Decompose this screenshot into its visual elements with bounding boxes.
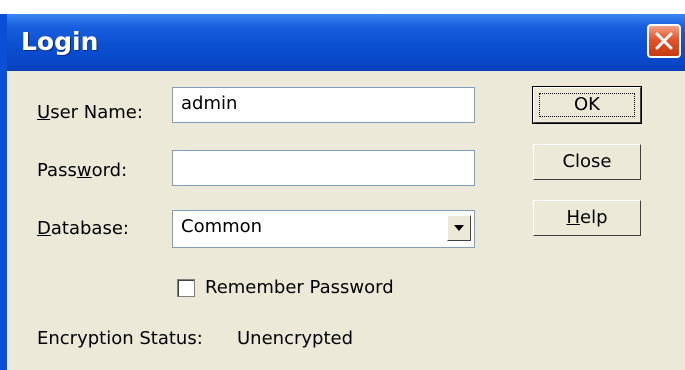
- login-dialog: Login User Name: admin Password: Databas…: [0, 14, 685, 370]
- remember-password-label[interactable]: Remember Password: [205, 277, 394, 298]
- ok-focus-rect: [539, 93, 635, 117]
- title-bar[interactable]: Login: [7, 14, 685, 71]
- help-button[interactable]: Help: [533, 200, 641, 236]
- database-dropdown-button[interactable]: [447, 215, 471, 241]
- password-label: Password:: [37, 160, 128, 181]
- username-label: User Name:: [37, 102, 143, 123]
- help-button-label: Help: [566, 207, 608, 228]
- username-input[interactable]: admin: [172, 87, 475, 123]
- database-selected-value: Common: [181, 216, 263, 237]
- database-label: Database:: [37, 218, 129, 239]
- close-icon: [655, 32, 673, 50]
- encryption-status-value: Unencrypted: [237, 328, 353, 349]
- remember-password-checkbox[interactable]: [177, 279, 195, 297]
- close-button-label: Close: [562, 151, 612, 172]
- close-window-button[interactable]: [647, 24, 681, 58]
- ok-button[interactable]: OK: [532, 86, 642, 124]
- window-title: Login: [21, 27, 99, 56]
- top-band: [0, 0, 685, 14]
- chevron-down-icon: [454, 225, 464, 231]
- database-select[interactable]: Common: [172, 210, 475, 248]
- encryption-status-label: Encryption Status:: [37, 328, 203, 349]
- close-button[interactable]: Close: [533, 144, 641, 180]
- password-input[interactable]: [172, 150, 475, 186]
